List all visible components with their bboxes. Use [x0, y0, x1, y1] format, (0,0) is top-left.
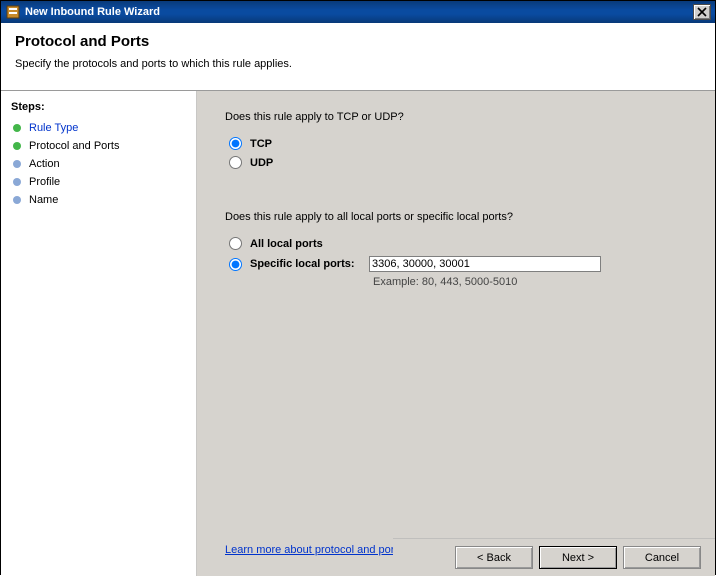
next-button[interactable]: Next > [539, 546, 617, 569]
step-protocol-ports[interactable]: Protocol and Ports [1, 137, 196, 155]
steps-sidebar: Steps: Rule Type Protocol and Ports Acti… [1, 91, 197, 576]
cancel-button[interactable]: Cancel [623, 546, 701, 569]
window-title: New Inbound Rule Wizard [25, 6, 693, 18]
steps-heading: Steps: [1, 99, 196, 119]
step-bullet-icon [13, 124, 21, 132]
specific-ports-radio[interactable] [229, 258, 242, 271]
specific-ports-label: Specific local ports: [250, 258, 355, 270]
step-label: Action [29, 158, 60, 170]
step-profile[interactable]: Profile [1, 173, 196, 191]
tcp-label: TCP [250, 138, 272, 150]
all-ports-label: All local ports [250, 238, 323, 250]
page-title: Protocol and Ports [15, 33, 701, 50]
step-name[interactable]: Name [1, 191, 196, 209]
step-rule-type[interactable]: Rule Type [1, 119, 196, 137]
wizard-content: Does this rule apply to TCP or UDP? TCP … [197, 91, 715, 576]
close-button[interactable] [693, 4, 711, 20]
udp-radio[interactable] [229, 156, 242, 169]
step-bullet-icon [13, 196, 21, 204]
step-label: Rule Type [29, 122, 78, 134]
step-label: Name [29, 194, 58, 206]
ports-example: Example: 80, 443, 5000-5010 [373, 276, 695, 288]
back-button[interactable]: < Back [455, 546, 533, 569]
udp-label: UDP [250, 157, 273, 169]
step-label: Profile [29, 176, 60, 188]
step-bullet-icon [13, 142, 21, 150]
all-ports-radio[interactable] [229, 237, 242, 250]
tcp-radio[interactable] [229, 137, 242, 150]
app-icon [5, 4, 21, 20]
ports-question: Does this rule apply to all local ports … [225, 211, 695, 223]
wizard-header: Protocol and Ports Specify the protocols… [1, 23, 715, 74]
titlebar: New Inbound Rule Wizard [1, 1, 715, 23]
step-label: Protocol and Ports [29, 140, 120, 152]
page-subtitle: Specify the protocols and ports to which… [15, 58, 701, 70]
ports-input[interactable] [369, 256, 601, 272]
step-bullet-icon [13, 160, 21, 168]
step-action[interactable]: Action [1, 155, 196, 173]
close-icon [697, 7, 707, 17]
step-bullet-icon [13, 178, 21, 186]
protocol-question: Does this rule apply to TCP or UDP? [225, 111, 695, 123]
wizard-footer: < Back Next > Cancel [393, 538, 715, 576]
